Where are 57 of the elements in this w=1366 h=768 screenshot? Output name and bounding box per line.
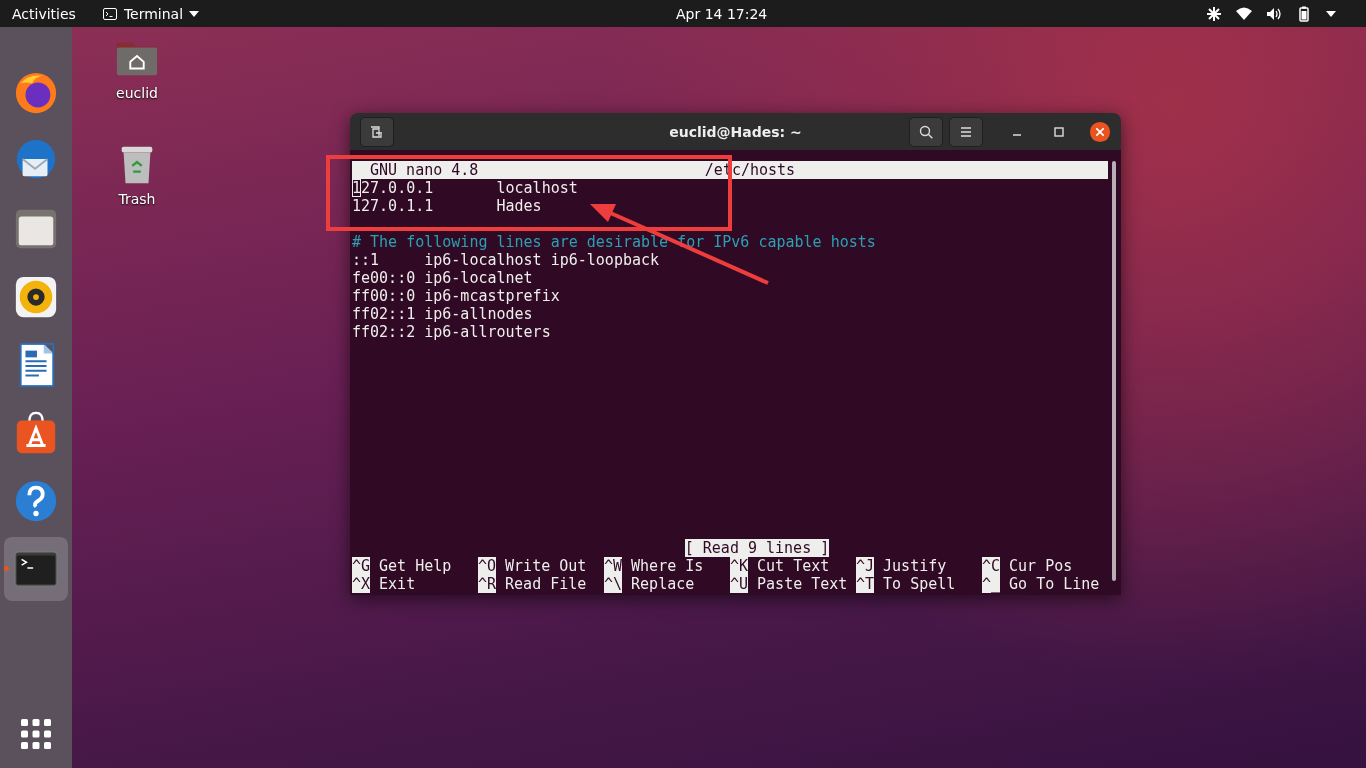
status-message: [ Read 9 lines ] <box>684 539 830 557</box>
editor-version: GNU nano 4.8 <box>369 161 479 179</box>
search-icon <box>918 123 934 140</box>
shortcut-key: ^_ <box>982 575 1001 593</box>
new-tab-button[interactable] <box>360 116 394 147</box>
text-line: 127.0.1.1 Hades <box>352 197 542 215</box>
shortcut-label: Exit <box>379 575 416 593</box>
shortcut-label: Read File <box>505 575 587 593</box>
activities-button[interactable]: Activities <box>12 5 76 22</box>
globe-icon <box>13 70 59 116</box>
window-title: euclid@Hades: ~ <box>669 123 802 140</box>
shortcut-label: Paste Text <box>757 575 848 593</box>
shortcut-label: Write Out <box>505 557 587 575</box>
caret-icon <box>189 10 200 17</box>
shortcut-key: ^R <box>478 575 497 593</box>
text-line: ::1 ip6-localhost ip6-loopback <box>352 251 660 269</box>
shortcut-key: ^X <box>352 575 371 593</box>
scrollbar[interactable] <box>1112 161 1116 581</box>
new-tab-icon <box>369 123 385 140</box>
clock[interactable]: Apr 14 17:24 <box>676 5 768 22</box>
shortcut-key: ^G <box>352 557 371 575</box>
terminal-icon <box>101 5 118 22</box>
text-line: fe00::0 ip6-localnet <box>352 269 533 287</box>
app-grid-icon[interactable] <box>20 718 52 750</box>
speaker-icon <box>13 274 59 320</box>
help-icon <box>13 478 59 524</box>
running-indicator <box>4 566 9 571</box>
wifi-icon[interactable] <box>1236 5 1252 22</box>
desktop-icon-label[interactable]: euclid <box>116 85 158 101</box>
shortcut-key: ^\ <box>604 575 623 593</box>
shortcut-key: ^O <box>478 557 497 575</box>
search-button[interactable] <box>909 116 943 147</box>
shortcut-key: ^T <box>856 575 875 593</box>
caret-icon[interactable] <box>1326 10 1336 17</box>
shortcut-label: Cur Pos <box>1009 557 1073 575</box>
shortcut-label: Justify <box>883 557 947 575</box>
desktop-icon-label[interactable]: Trash <box>118 191 156 207</box>
text-line: ff02::2 ip6-allrouters <box>352 323 551 341</box>
battery-icon[interactable] <box>1296 5 1312 22</box>
text-line: 127.0.0.1 localhost <box>352 179 578 197</box>
shortcut-key: ^K <box>730 557 749 575</box>
shortcut-label: Get Help <box>379 557 452 575</box>
shortcut-key: ^W <box>604 557 623 575</box>
shortcut-label: Replace <box>631 575 695 593</box>
shortcut-key: ^C <box>982 557 1001 575</box>
shortcut-label: Where Is <box>631 557 704 575</box>
network-icon[interactable] <box>1206 5 1222 22</box>
shortcut-key: ^U <box>730 575 749 593</box>
shortcut-label: Cut Text <box>757 557 830 575</box>
text-line: ff00::0 ip6-mcastprefix <box>352 287 560 305</box>
menu-button[interactable] <box>949 116 983 147</box>
shortcut-label: Go To Line <box>1009 575 1100 593</box>
shortcut-label: To Spell <box>883 575 956 593</box>
text-line: ff02::1 ip6-allnodes <box>352 305 533 323</box>
close-icon[interactable] <box>1089 120 1111 143</box>
app-menu[interactable]: Terminal <box>101 5 200 22</box>
shortcut-key: ^J <box>856 557 875 575</box>
